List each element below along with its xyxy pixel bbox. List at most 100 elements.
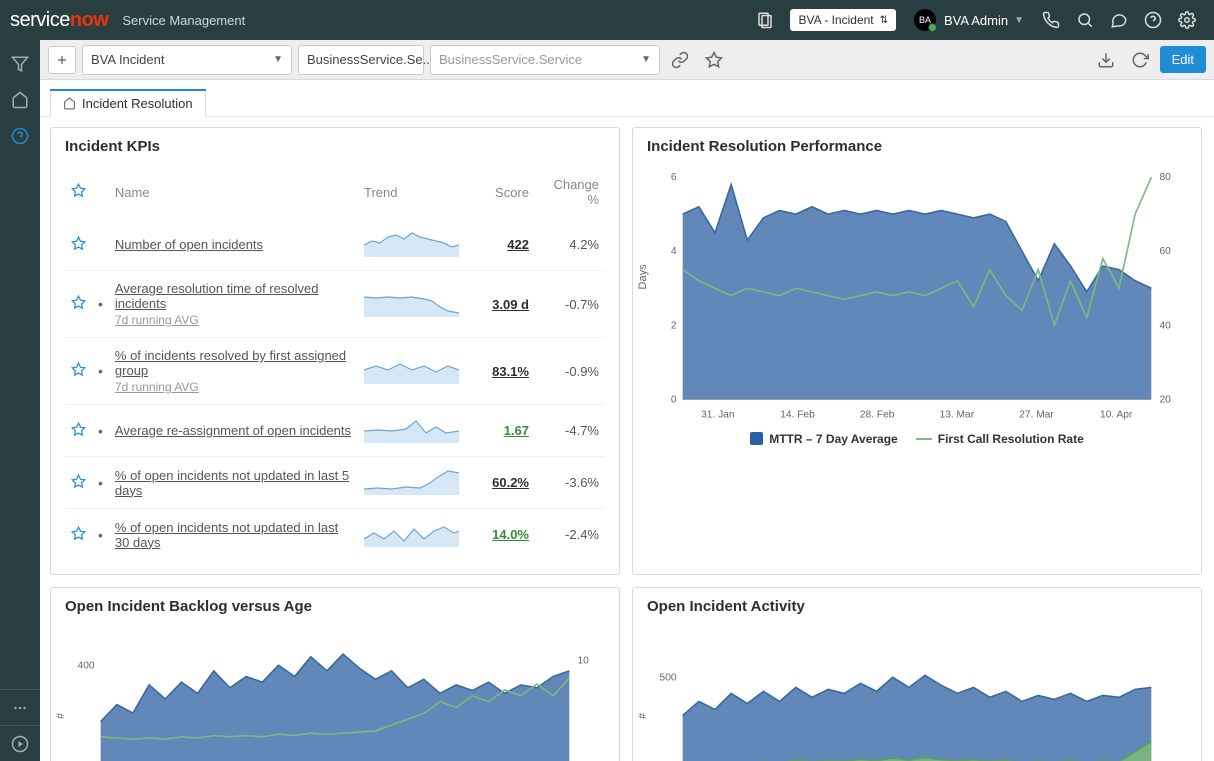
col-trend: Trend (358, 169, 465, 219)
rail-home-icon[interactable] (0, 82, 40, 118)
star-icon[interactable] (71, 365, 86, 380)
logo-text-left: service (10, 9, 70, 32)
chat-icon[interactable] (1105, 6, 1133, 34)
kpi-change: -3.6% (535, 457, 605, 509)
svg-text:31. Jan: 31. Jan (701, 410, 734, 421)
svg-text:27. Mar: 27. Mar (1019, 410, 1054, 421)
chart-svg: 31. Jan14. Feb28. Feb13. Mar27. Mar10. A… (65, 629, 605, 761)
star-header-icon[interactable] (71, 186, 86, 201)
phone-icon[interactable] (1037, 6, 1065, 34)
avatar: BA (914, 9, 936, 31)
tab-incident-resolution[interactable]: Incident Resolution (50, 89, 206, 117)
kpi-row: • Average re-assignment of open incident… (65, 405, 605, 457)
breakdown-select-1[interactable]: BusinessService.Se...▼ (298, 45, 424, 75)
logo-text-right: now (70, 9, 109, 32)
col-name: Name (109, 169, 358, 219)
kpi-name-link[interactable]: Number of open incidents (115, 237, 263, 252)
left-nav-rail (0, 40, 40, 761)
card-title: Incident KPIs (51, 128, 619, 165)
kpi-name-link[interactable]: Average re-assignment of open incidents (115, 423, 351, 438)
col-change: Change % (535, 169, 605, 219)
user-name: BVA Admin (944, 13, 1008, 28)
user-menu[interactable]: BA BVA Admin ▼ (914, 9, 1024, 31)
y-axis-label: # (55, 712, 67, 718)
kpi-score-link[interactable]: 14.0% (492, 527, 529, 542)
kpi-name-link[interactable]: % of incidents resolved by first assigne… (115, 348, 346, 378)
refresh-icon[interactable] (1126, 46, 1154, 74)
kpi-row: • % of incidents resolved by first assig… (65, 338, 605, 405)
card-title: Open Incident Activity (633, 588, 1201, 625)
kpi-row: • Average resolution time of resolved in… (65, 271, 605, 338)
kpi-score-link[interactable]: 1.67 (504, 423, 529, 438)
sparkline (364, 356, 459, 384)
link-icon[interactable] (666, 46, 694, 74)
gear-icon[interactable] (1173, 6, 1201, 34)
home-icon (63, 97, 76, 110)
svg-text:10: 10 (577, 656, 589, 667)
y-axis-label: # (637, 712, 649, 718)
sparkline (364, 415, 459, 443)
kpi-score-link[interactable]: 83.1% (492, 364, 529, 379)
product-logo: service now (10, 9, 108, 32)
kpi-change: 4.2% (535, 219, 605, 271)
rail-more-icon[interactable] (0, 689, 40, 725)
sparkline (364, 229, 459, 257)
sparkline (364, 519, 459, 547)
card-incident-activity: Open Incident Activity # 31. Jan14. Feb2… (632, 587, 1202, 761)
svg-text:80: 80 (1159, 172, 1171, 183)
kpi-change: -0.7% (535, 271, 605, 338)
kpi-score-link[interactable]: 422 (507, 237, 529, 252)
breakdown-select-2[interactable]: BusinessService.Service▼ (430, 45, 660, 75)
kpi-row: • % of open incidents not updated in las… (65, 457, 605, 509)
add-button[interactable] (48, 46, 76, 74)
svg-text:14. Feb: 14. Feb (780, 410, 815, 421)
svg-text:10. Apr: 10. Apr (1100, 410, 1133, 421)
scope-selector[interactable]: BVA - Incident ⇅ (790, 9, 896, 31)
kpi-score-link[interactable]: 3.09 d (492, 297, 529, 312)
star-icon[interactable] (71, 298, 86, 313)
rail-filter-icon[interactable] (0, 46, 40, 82)
help-icon[interactable] (1139, 6, 1167, 34)
dashboard-select[interactable]: BVA Incident▼ (82, 45, 292, 75)
rail-play-icon[interactable] (0, 725, 40, 761)
kpi-change: -4.7% (535, 405, 605, 457)
col-score: Score (465, 169, 535, 219)
star-icon[interactable] (71, 529, 86, 544)
kpi-sub-link[interactable]: 7d running AVG (115, 313, 352, 327)
chevron-down-icon: ▼ (641, 54, 651, 65)
search-icon[interactable] (1071, 6, 1099, 34)
svg-text:0: 0 (671, 394, 677, 405)
kpi-score-link[interactable]: 60.2% (492, 475, 529, 490)
download-icon[interactable] (1092, 46, 1120, 74)
svg-text:400: 400 (78, 660, 95, 671)
app-picker-icon[interactable] (751, 6, 779, 34)
product-subtitle: Service Management (122, 13, 245, 28)
kpi-name-link[interactable]: % of open incidents not updated in last … (115, 520, 338, 550)
svg-text:2: 2 (671, 320, 677, 331)
kpi-row: • % of open incidents not updated in las… (65, 509, 605, 561)
star-icon[interactable] (71, 425, 86, 440)
star-icon[interactable] (71, 239, 86, 254)
svg-text:13. Mar: 13. Mar (940, 410, 975, 421)
svg-text:60: 60 (1159, 246, 1171, 257)
rail-help-icon[interactable] (0, 118, 40, 154)
kpi-change: -2.4% (535, 509, 605, 561)
card-resolution-performance: Incident Resolution Performance Days 31.… (632, 127, 1202, 575)
kpi-row: Number of open incidents 422 4.2% (65, 219, 605, 271)
kpi-name-link[interactable]: % of open incidents not updated in last … (115, 468, 349, 498)
kpi-sub-link[interactable]: 7d running AVG (115, 380, 352, 394)
chart-legend: MTTR – 7 Day Average First Call Resoluti… (647, 432, 1187, 446)
star-icon[interactable] (71, 477, 86, 492)
kpi-name-link[interactable]: Average resolution time of resolved inci… (115, 281, 319, 311)
svg-text:20: 20 (1159, 394, 1171, 405)
card-title: Open Incident Backlog versus Age (51, 588, 619, 625)
edit-button[interactable]: Edit (1160, 46, 1206, 73)
svg-text:500: 500 (660, 672, 677, 683)
card-title: Incident Resolution Performance (633, 128, 1201, 165)
sparkline (364, 467, 459, 495)
svg-text:6: 6 (671, 172, 677, 183)
favorite-icon[interactable] (700, 46, 728, 74)
updown-icon: ⇅ (880, 15, 888, 26)
scope-label: BVA - Incident (798, 13, 873, 27)
svg-text:40: 40 (1159, 320, 1171, 331)
